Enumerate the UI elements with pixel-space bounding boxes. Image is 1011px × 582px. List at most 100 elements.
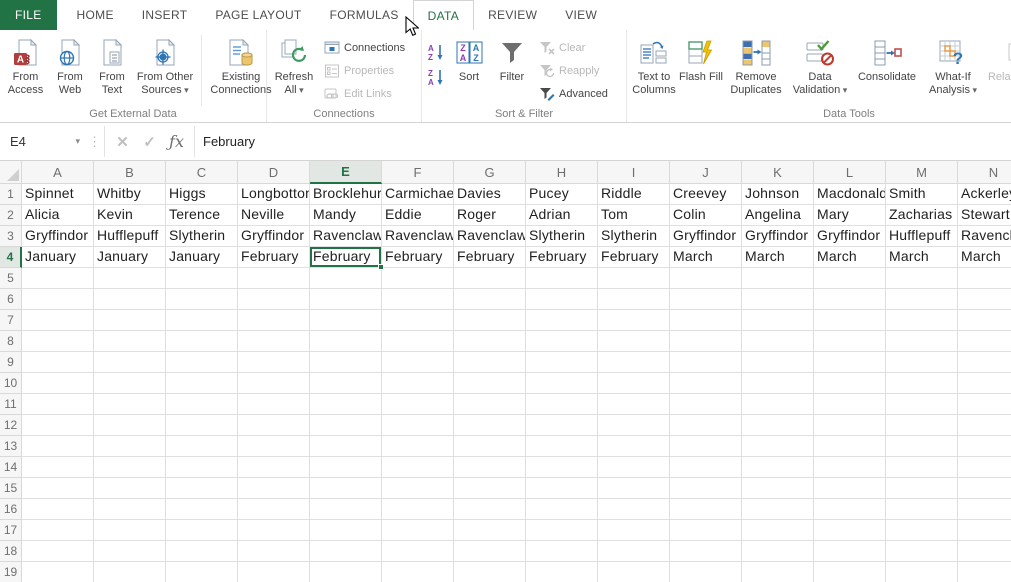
cell-M9[interactable] (886, 352, 958, 373)
row-header-4[interactable]: 4 (0, 247, 22, 268)
tab-review[interactable]: REVIEW (474, 0, 551, 30)
cell-K16[interactable] (742, 499, 814, 520)
column-header-D[interactable]: D (238, 161, 310, 184)
cell-F18[interactable] (382, 541, 454, 562)
cell-L12[interactable] (814, 415, 886, 436)
cell-B10[interactable] (94, 373, 166, 394)
column-header-J[interactable]: J (670, 161, 742, 184)
cell-A12[interactable] (22, 415, 94, 436)
row-header-7[interactable]: 7 (0, 310, 22, 331)
cell-F7[interactable] (382, 310, 454, 331)
cell-I12[interactable] (598, 415, 670, 436)
cell-H18[interactable] (526, 541, 598, 562)
cell-L8[interactable] (814, 331, 886, 352)
enter-button[interactable]: ✓ (136, 126, 163, 157)
cell-K10[interactable] (742, 373, 814, 394)
cell-L10[interactable] (814, 373, 886, 394)
cell-G14[interactable] (454, 457, 526, 478)
cell-L3[interactable]: Gryffindor (814, 226, 886, 247)
cell-F2[interactable]: Eddie (382, 205, 454, 226)
cell-G9[interactable] (454, 352, 526, 373)
cell-J13[interactable] (670, 436, 742, 457)
tab-home[interactable]: HOME (63, 0, 128, 30)
cell-D11[interactable] (238, 394, 310, 415)
cell-I13[interactable] (598, 436, 670, 457)
cell-C9[interactable] (166, 352, 238, 373)
cell-B5[interactable] (94, 268, 166, 289)
cell-I17[interactable] (598, 520, 670, 541)
cell-N14[interactable] (958, 457, 1011, 478)
cell-D9[interactable] (238, 352, 310, 373)
cell-E7[interactable] (310, 310, 382, 331)
cell-G8[interactable] (454, 331, 526, 352)
cell-L9[interactable] (814, 352, 886, 373)
cell-B2[interactable]: Kevin (94, 205, 166, 226)
cell-B13[interactable] (94, 436, 166, 457)
edit-links-button[interactable]: Edit Links (319, 82, 409, 105)
cell-N16[interactable] (958, 499, 1011, 520)
cell-L2[interactable]: Mary (814, 205, 886, 226)
column-header-E[interactable]: E (310, 161, 382, 184)
cell-K9[interactable] (742, 352, 814, 373)
cell-M15[interactable] (886, 478, 958, 499)
cell-E5[interactable] (310, 268, 382, 289)
cell-H5[interactable] (526, 268, 598, 289)
connections-button[interactable]: Connections (319, 36, 409, 59)
cell-D2[interactable]: Neville (238, 205, 310, 226)
column-header-I[interactable]: I (598, 161, 670, 184)
cell-G17[interactable] (454, 520, 526, 541)
cell-N11[interactable] (958, 394, 1011, 415)
cell-M6[interactable] (886, 289, 958, 310)
cell-M4[interactable]: March (886, 247, 958, 268)
row-header-1[interactable]: 1 (0, 184, 22, 205)
tab-page-layout[interactable]: PAGE LAYOUT (201, 0, 315, 30)
cell-D12[interactable] (238, 415, 310, 436)
cell-F14[interactable] (382, 457, 454, 478)
cell-J17[interactable] (670, 520, 742, 541)
cell-A18[interactable] (22, 541, 94, 562)
cell-D3[interactable]: Gryffindor (238, 226, 310, 247)
cell-E13[interactable] (310, 436, 382, 457)
cell-N15[interactable] (958, 478, 1011, 499)
row-header-14[interactable]: 14 (0, 457, 22, 478)
column-header-G[interactable]: G (454, 161, 526, 184)
cell-H11[interactable] (526, 394, 598, 415)
row-header-16[interactable]: 16 (0, 499, 22, 520)
cell-C7[interactable] (166, 310, 238, 331)
cell-F10[interactable] (382, 373, 454, 394)
cell-H6[interactable] (526, 289, 598, 310)
cell-H17[interactable] (526, 520, 598, 541)
remove-duplicates-button[interactable]: Remove Duplicates (723, 33, 789, 97)
cell-A9[interactable] (22, 352, 94, 373)
cell-N13[interactable] (958, 436, 1011, 457)
cell-E1[interactable]: Brocklehurst (310, 184, 382, 205)
cell-C1[interactable]: Higgs (166, 184, 238, 205)
clear-filter-button[interactable]: Clear (534, 36, 612, 59)
existing-connections-button[interactable]: Existing Connections (206, 33, 276, 97)
cell-I14[interactable] (598, 457, 670, 478)
cell-J12[interactable] (670, 415, 742, 436)
cell-B15[interactable] (94, 478, 166, 499)
cell-G6[interactable] (454, 289, 526, 310)
row-header-18[interactable]: 18 (0, 541, 22, 562)
cell-B1[interactable]: Whitby (94, 184, 166, 205)
cell-E9[interactable] (310, 352, 382, 373)
cell-C3[interactable]: Slytherin (166, 226, 238, 247)
tab-file[interactable]: FILE (0, 0, 57, 30)
tab-view[interactable]: VIEW (551, 0, 611, 30)
cell-I8[interactable] (598, 331, 670, 352)
cell-N3[interactable]: Ravenclaw (958, 226, 1011, 247)
cell-A11[interactable] (22, 394, 94, 415)
insert-function-button[interactable]: ƒx (163, 126, 190, 157)
cell-K11[interactable] (742, 394, 814, 415)
cell-D1[interactable]: Longbottom (238, 184, 310, 205)
cell-D4[interactable]: February (238, 247, 310, 268)
cell-L18[interactable] (814, 541, 886, 562)
cell-C8[interactable] (166, 331, 238, 352)
cell-N2[interactable]: Stewart (958, 205, 1011, 226)
cell-M10[interactable] (886, 373, 958, 394)
cell-K2[interactable]: Angelina (742, 205, 814, 226)
cell-H12[interactable] (526, 415, 598, 436)
cell-L1[interactable]: Macdonald (814, 184, 886, 205)
cell-B19[interactable] (94, 562, 166, 582)
